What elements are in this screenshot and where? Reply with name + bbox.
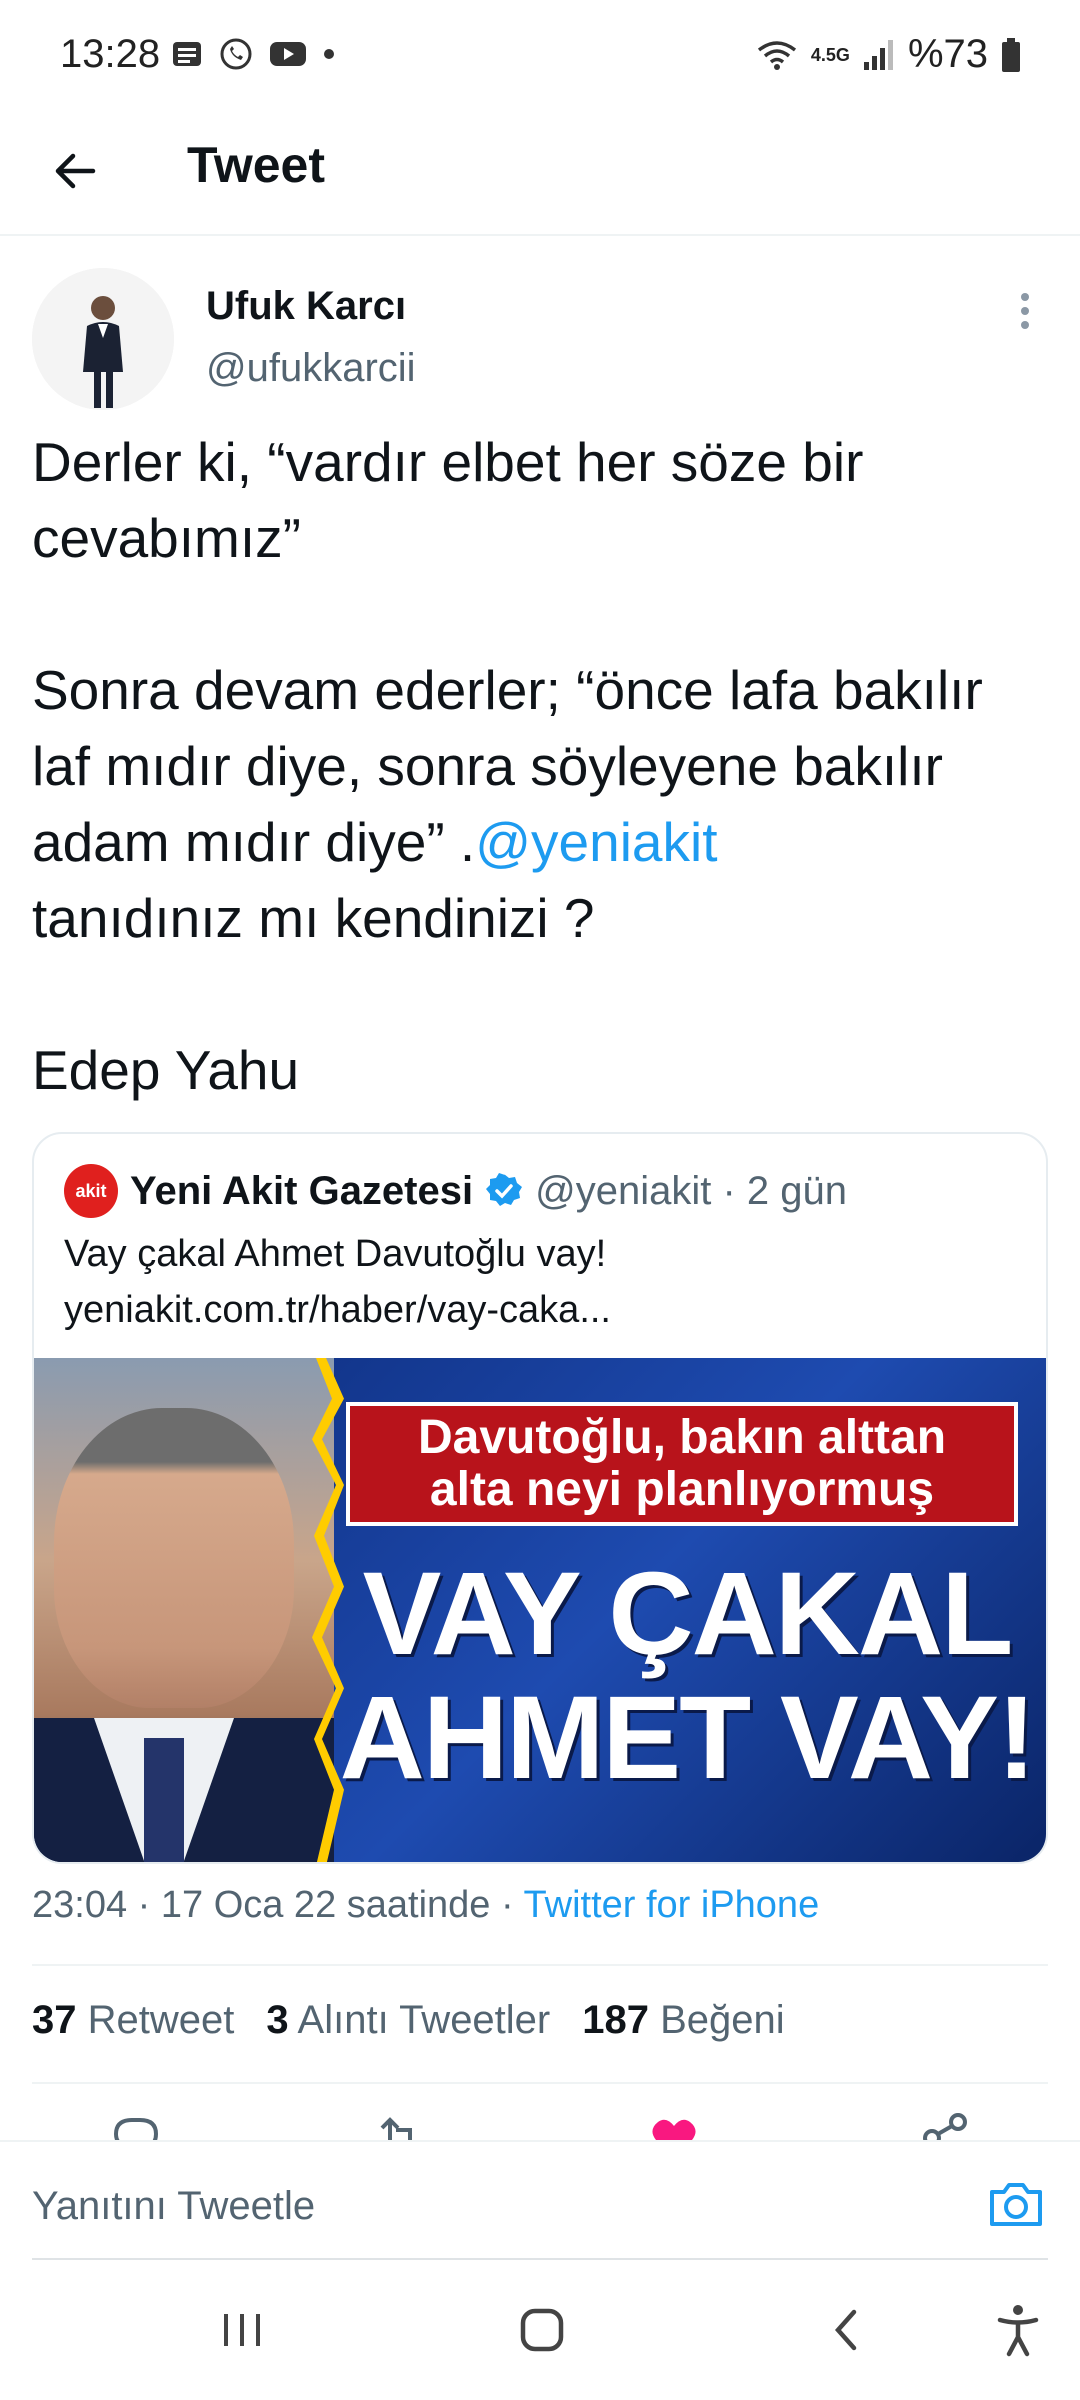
home-button[interactable] <box>512 2300 572 2360</box>
banner-line1: Davutoğlu, bakın alttan <box>417 1411 947 1464</box>
tweet-source-link[interactable]: Twitter for iPhone <box>524 1884 820 1926</box>
accessibility-button[interactable] <box>988 2300 1048 2360</box>
author-name[interactable]: Ufuk Karcı <box>206 284 406 329</box>
reply-icon[interactable] <box>108 2110 164 2140</box>
home-icon <box>520 2308 564 2352</box>
back-nav-icon <box>834 2309 857 2351</box>
avatar-person-icon <box>32 268 174 410</box>
like-heart-icon[interactable] <box>646 2110 702 2140</box>
network-label: 4.5G <box>810 44 850 65</box>
tweet-text-part2: tanıdınız mı kendinizi ? Edep Yahu <box>32 887 595 1101</box>
quote-header: akit Yeni Akit Gazetesi @yeniakit · 2 gü… <box>64 1164 847 1218</box>
retweet-icon[interactable] <box>372 2110 428 2140</box>
accessibility-icon <box>997 2305 1039 2357</box>
divider <box>32 1964 1048 1966</box>
tweet-actions <box>0 2110 1080 2140</box>
quote-tweet-card[interactable]: akit Yeni Akit Gazetesi @yeniakit · 2 gü… <box>32 1132 1048 1864</box>
back-button[interactable] <box>40 136 110 206</box>
page-title: Tweet <box>187 137 325 193</box>
reply-input[interactable]: Yanıtını Tweetle <box>32 2184 315 2229</box>
reply-bar: Yanıtını Tweetle <box>0 2140 1080 2260</box>
camera-icon[interactable] <box>984 2172 1048 2236</box>
image-banner: Davutoğlu, bakın alttan alta neyi planlı… <box>346 1402 1018 1526</box>
quote-author-name: Yeni Akit Gazetesi <box>130 1168 474 1213</box>
retweets-label: Retweet <box>87 1998 235 2042</box>
likes-stat[interactable]: 187 Beğeni <box>582 1998 784 2043</box>
image-headline-line2: AHMET VAY! <box>339 1672 1037 1804</box>
notes-icon <box>173 42 201 66</box>
quote-text: Vay çakal Ahmet Davutoğlu vay! yeniakit.… <box>64 1233 611 1331</box>
arrow-left-icon <box>55 153 96 189</box>
recent-apps-icon <box>224 2314 260 2346</box>
status-time: 13:28 <box>60 32 161 76</box>
tweet-text: Derler ki, “vardır elbet her söze bir ce… <box>32 424 1052 1108</box>
whatsapp-icon <box>220 38 252 70</box>
image-headline-line1: VAY ÇAKAL <box>362 1548 1014 1680</box>
tweet-meta: 23:04 · 17 Oca 22 saatinde · Twitter for… <box>32 1884 819 1927</box>
share-icon[interactable] <box>918 2110 974 2140</box>
signal-icon <box>863 39 893 70</box>
reply-underline <box>32 2258 1048 2260</box>
retweets-stat[interactable]: 37 Retweet <box>32 1998 234 2043</box>
status-right: 4.5G %73 <box>755 32 1022 77</box>
tweet-text-part1: Derler ki, “vardır elbet her söze bir ce… <box>32 431 983 873</box>
status-left-icons <box>170 36 336 72</box>
tweet-stats: 37 Retweet 3 Alıntı Tweetler 187 Beğeni <box>32 1998 785 2043</box>
recent-apps-button[interactable] <box>212 2300 272 2360</box>
portrait-photo <box>34 1358 334 1862</box>
mention-link[interactable]: @yeniakit <box>475 811 717 873</box>
header: Tweet <box>0 110 1080 236</box>
portrait-tie <box>144 1738 184 1862</box>
divider <box>32 2082 1048 2084</box>
wifi-icon <box>757 40 796 70</box>
author-handle[interactable]: @ufukkarcii <box>206 346 416 391</box>
back-nav-button[interactable] <box>816 2300 876 2360</box>
likes-count: 187 <box>582 1998 649 2042</box>
quote-handle-time: @yeniakit · 2 gün <box>535 1168 847 1213</box>
more-vertical-icon <box>1021 293 1029 329</box>
more-options-button[interactable] <box>1000 286 1050 336</box>
navigation-bar <box>0 2262 1080 2400</box>
battery-icon <box>1002 37 1020 72</box>
quotes-count: 3 <box>266 1998 289 2042</box>
quote-avatar: akit <box>64 1164 118 1218</box>
quote-image[interactable]: Davutoğlu, bakın alttan alta neyi planlı… <box>34 1358 1046 1862</box>
avatar[interactable] <box>32 268 174 410</box>
portrait-head <box>54 1408 294 1708</box>
battery-label: %73 <box>907 32 988 76</box>
likes-label: Beğeni <box>660 1998 785 2042</box>
banner-line2: alta neyi planlıyormuş <box>429 1463 935 1516</box>
quotes-label: Alıntı Tweetler <box>297 1998 551 2042</box>
verified-badge-icon <box>486 1173 523 1206</box>
retweets-count: 37 <box>32 1998 77 2042</box>
quotes-stat[interactable]: 3 Alıntı Tweetler <box>266 1998 550 2043</box>
youtube-icon <box>270 42 306 66</box>
status-bar: 13:28 4.5G %73 <box>0 0 1080 110</box>
dot-icon <box>324 49 334 59</box>
tweet-timestamp: 23:04 · 17 Oca 22 saatinde · <box>32 1884 524 1926</box>
